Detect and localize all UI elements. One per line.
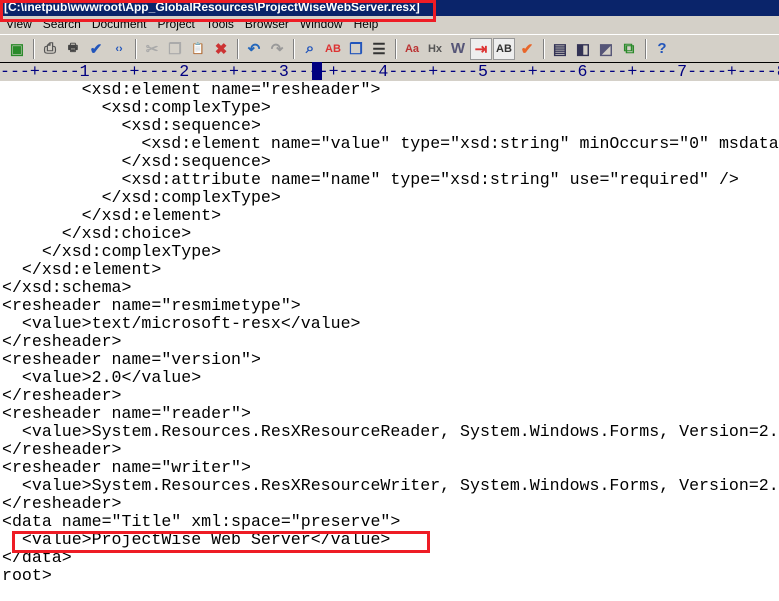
redo-button[interactable]: ↷ — [266, 38, 288, 60]
html-tag-icon: ‹› — [115, 42, 123, 55]
toolbar: ▣ ⎙ 🖶 ✔ ‹› ✂ ❐ 📋 ✖ ↶ ↷ ⌕ AB ❒ ☰ Aa Hx W ⇥ AB ✔ ▤ ◧ ◩ ⧉? — [0, 34, 779, 62]
toolbar-separator — [395, 38, 397, 59]
code-line: <value>2.0</value> — [2, 368, 202, 387]
save-all-icon: ▣ — [9, 40, 25, 58]
code-line: </xsd:element> — [2, 260, 162, 279]
sort-icon: AB — [496, 42, 512, 55]
code-line: <value>System.Resources.ResXResourceRead… — [2, 422, 779, 441]
find-icon: ⌕ — [305, 40, 315, 57]
hex-button[interactable]: Hx — [424, 38, 446, 60]
font-icon: Aa — [404, 42, 420, 55]
code-line: <value>System.Resources.ResXResourceWrit… — [2, 476, 779, 495]
sort-button[interactable]: AB — [493, 37, 515, 60]
code-line: </resheader> — [2, 494, 122, 513]
undo-button[interactable]: ↶ — [243, 38, 265, 60]
code-line: <resheader name="version"> — [2, 350, 261, 369]
code-line: <xsd:element name="resheader"> — [2, 80, 381, 99]
cut-button[interactable]: ✂ — [141, 38, 163, 60]
toolbar-separator — [293, 38, 295, 59]
find-in-files-icon: ❒ — [349, 40, 363, 58]
indent-icon: ⇥ — [474, 40, 488, 58]
replace-icon: AB — [325, 42, 341, 55]
code-line: root> — [2, 566, 52, 585]
list-button[interactable]: ▤ — [549, 38, 571, 60]
code-line: </xsd:sequence> — [2, 152, 271, 171]
font-button[interactable]: Aa — [401, 38, 423, 60]
toolbar-separator — [645, 38, 647, 59]
code-line: <value>text/microsoft-resx</value> — [2, 314, 361, 333]
list-icon: ▤ — [552, 40, 568, 58]
value-highlight-box — [12, 531, 430, 553]
code-line: <resheader name="writer"> — [2, 458, 251, 477]
word-wrap-button[interactable]: W — [447, 38, 469, 60]
code-line: <resheader name="reader"> — [2, 404, 251, 423]
paste-icon: 📋 — [191, 43, 205, 55]
spellcheck-icon: ✔ — [89, 40, 103, 58]
word-wrap-icon: W — [450, 40, 466, 57]
html-tag-button[interactable]: ‹› — [108, 38, 130, 60]
toolbar-separator — [543, 38, 545, 59]
cut-icon: ✂ — [145, 40, 159, 58]
spellcheck-button[interactable]: ✔ — [85, 38, 107, 60]
check-icon: ✔ — [520, 40, 534, 58]
editor-text-area[interactable]: <xsd:element name="resheader"> <xsd:comp… — [2, 81, 779, 585]
delete-button[interactable]: ✖ — [210, 38, 232, 60]
print-preview-icon: ⎙ — [43, 40, 56, 57]
toolbar-separator — [237, 38, 239, 59]
find-button[interactable]: ⌕ — [299, 38, 321, 60]
print-preview-button[interactable]: ⎙ — [39, 38, 61, 60]
code-line: </resheader> — [2, 440, 122, 459]
redo-icon: ↷ — [270, 40, 284, 58]
window-button[interactable]: ◧ — [572, 38, 594, 60]
find-in-files-button[interactable]: ❒ — [345, 38, 367, 60]
undo-icon: ↶ — [247, 40, 261, 58]
search-window-icon: ◩ — [598, 40, 614, 58]
delete-icon: ✖ — [214, 40, 228, 58]
print-icon: 🖶 — [67, 42, 79, 54]
code-line: </xsd:choice> — [2, 224, 192, 243]
save-all-button[interactable]: ▣ — [6, 38, 28, 60]
code-line: </xsd:complexType> — [2, 242, 222, 261]
line-numbers-icon: ☰ — [372, 40, 386, 58]
export-icon: ⧉ — [623, 40, 635, 57]
toolbar-separator — [33, 38, 35, 59]
context-help-button[interactable]: ? — [651, 38, 673, 60]
print-button[interactable]: 🖶 — [62, 38, 84, 60]
copy-button[interactable]: ❐ — [164, 38, 186, 60]
code-line: <xsd:element name="value" type="xsd:stri… — [2, 134, 779, 153]
replace-button[interactable]: AB — [322, 38, 344, 60]
code-line: <xsd:complexType> — [2, 98, 271, 117]
code-line: </xsd:complexType> — [2, 188, 281, 207]
export-button[interactable]: ⧉ — [618, 38, 640, 60]
code-line: </resheader> — [2, 386, 122, 405]
column-ruler: ---+----1----+----2----+----3----+----4-… — [0, 62, 779, 81]
code-line: <xsd:sequence> — [2, 116, 261, 135]
context-help-icon: ? — [657, 40, 667, 57]
code-line: </xsd:schema> — [2, 278, 132, 297]
copy-icon: ❐ — [168, 40, 182, 58]
code-line: <xsd:attribute name="name" type="xsd:str… — [2, 170, 739, 189]
search-window-button[interactable]: ◩ — [595, 38, 617, 60]
line-numbers-button[interactable]: ☰ — [368, 38, 390, 60]
window-icon: ◧ — [575, 40, 591, 58]
hex-icon: Hx — [427, 42, 443, 55]
check-button[interactable]: ✔ — [516, 38, 538, 60]
ruler-cursor-marker — [312, 62, 322, 80]
code-line: <resheader name="resmimetype"> — [2, 296, 301, 315]
indent-button[interactable]: ⇥ — [470, 37, 492, 60]
code-line: </resheader> — [2, 332, 122, 351]
paste-button[interactable]: 📋 — [187, 38, 209, 60]
code-line: </xsd:element> — [2, 206, 222, 225]
title-highlight-box — [0, 0, 436, 22]
toolbar-separator — [135, 38, 137, 59]
code-line: <data name="Title" xml:space="preserve"> — [2, 512, 401, 531]
